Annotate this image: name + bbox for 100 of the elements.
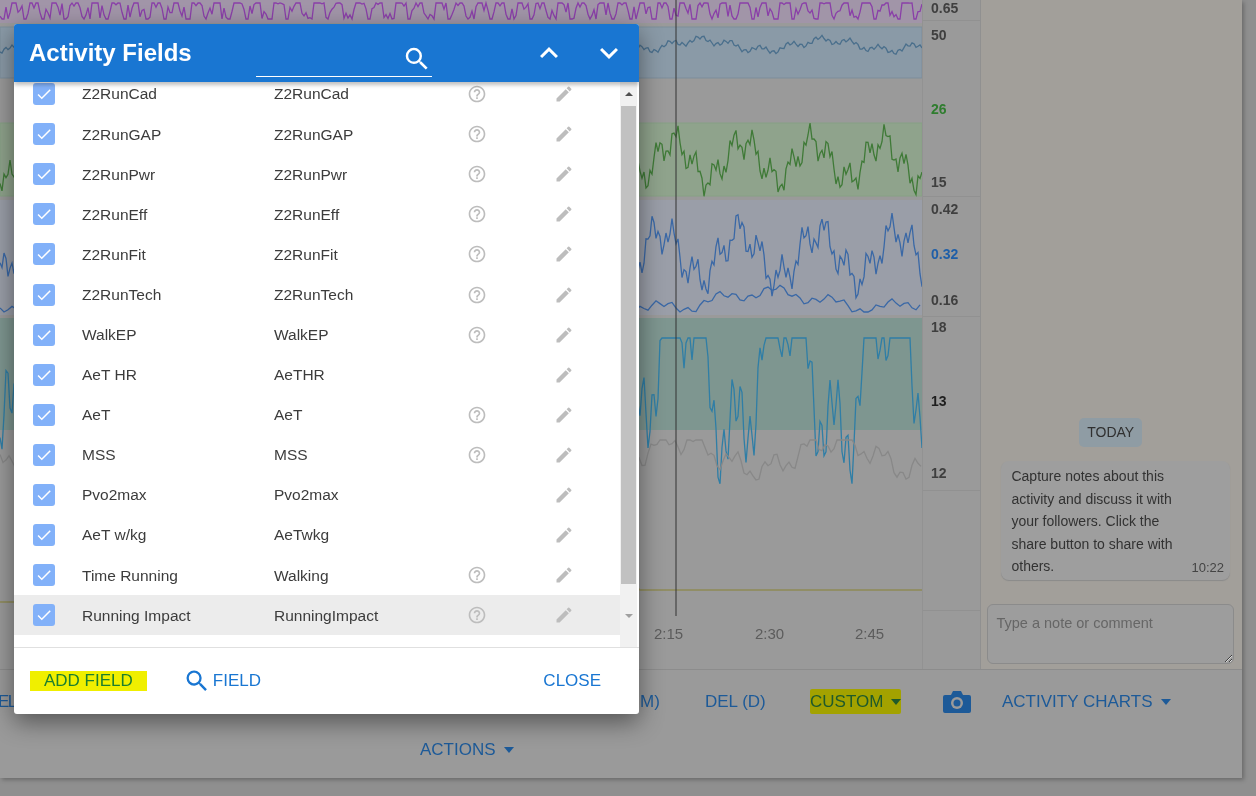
field-row[interactable]: Z2RunTech Z2RunTech	[14, 274, 620, 315]
axis-label: 26	[931, 101, 947, 117]
pencil-icon[interactable]	[554, 444, 574, 465]
pencil-icon[interactable]	[554, 324, 574, 345]
axis-label: 0.42	[931, 201, 959, 217]
help-icon[interactable]	[467, 444, 487, 465]
field-row[interactable]: Z2RunPwr Z2RunPwr	[14, 154, 620, 195]
help-icon[interactable]	[467, 84, 487, 105]
field-row[interactable]: Z2RunGAP Z2RunGAP	[14, 114, 620, 155]
pencil-icon[interactable]	[554, 525, 574, 546]
checkbox[interactable]	[33, 243, 55, 266]
pencil-icon[interactable]	[554, 244, 574, 265]
field-row[interactable]: Z2RunFit Z2RunFit	[14, 234, 620, 275]
checkbox[interactable]	[33, 443, 55, 466]
field-row[interactable]: Z2RunEff Z2RunEff	[14, 194, 620, 235]
help-icon[interactable]	[467, 565, 487, 586]
field-name: MSS	[82, 445, 117, 466]
field-row[interactable]: WalkEP WalkEP	[14, 314, 620, 355]
scroll-down-icon[interactable]	[623, 612, 634, 620]
field-name: Z2RunCad	[82, 84, 158, 105]
date-badge: TODAY	[1079, 418, 1143, 447]
field-name: Z2RunTech	[82, 284, 163, 305]
time-label: 2:45	[855, 624, 886, 644]
axis-label: 18	[931, 319, 947, 335]
chevron-up-icon	[540, 47, 558, 59]
field-key: Walking	[274, 563, 467, 587]
field-row[interactable]: MSS MSS	[14, 434, 620, 475]
scrollbar[interactable]	[620, 82, 637, 647]
field-row[interactable]: Running Impact RunningImpact	[14, 595, 620, 636]
checkbox[interactable]	[33, 524, 55, 547]
search-field-button[interactable]: FIELD	[168, 663, 275, 699]
help-icon[interactable]	[467, 404, 487, 425]
time-label: 2:15	[654, 624, 685, 644]
checkbox[interactable]	[33, 604, 55, 627]
pencil-icon[interactable]	[554, 404, 574, 425]
field-key: MSS	[274, 443, 467, 467]
field-row[interactable]: AeT AeT	[14, 394, 620, 435]
field-key: RunningImpact	[274, 603, 467, 627]
help-icon[interactable]	[467, 605, 487, 626]
camera-icon[interactable]	[943, 689, 971, 714]
pencil-icon[interactable]	[554, 164, 574, 185]
checkbox[interactable]	[33, 564, 55, 587]
field-name: WalkEP	[82, 325, 138, 345]
checkbox[interactable]	[33, 83, 55, 106]
pencil-icon[interactable]	[554, 364, 574, 385]
pencil-icon[interactable]	[554, 565, 574, 586]
field-name: Z2RunPwr	[82, 164, 157, 185]
field-name: AeT w/kg	[82, 525, 148, 546]
field-row[interactable]: Pvo2max Pvo2max	[14, 474, 620, 516]
field-key: Z2RunFit	[274, 242, 467, 267]
help-icon[interactable]	[467, 124, 487, 145]
axis-label: 0.32	[931, 246, 959, 262]
field-key: Z2RunCad	[274, 82, 467, 106]
field-name: AeT HR	[82, 365, 138, 386]
pencil-icon[interactable]	[554, 605, 574, 626]
field-key: AeT	[274, 403, 467, 427]
time-label: 2:30	[755, 624, 786, 644]
help-icon[interactable]	[467, 164, 487, 185]
field-name: Time Running	[82, 565, 179, 586]
field-name: Z2RunGAP	[82, 124, 163, 145]
axis-label: 12	[931, 465, 947, 481]
field-key: Pvo2max	[274, 483, 467, 507]
help-icon[interactable]	[467, 204, 487, 225]
field-name: Z2RunFit	[82, 244, 147, 265]
axis-label: 50	[931, 27, 947, 43]
close-button[interactable]: CLOSE	[529, 664, 615, 698]
checkbox[interactable]	[33, 363, 55, 386]
field-key: Z2RunGAP	[274, 122, 467, 146]
message-text: Capture notes about this activity and discuss it with your followers. Click the share button to share with others.	[1011, 467, 1174, 576]
dialog-title: Activity Fields	[29, 38, 192, 68]
axis-label: 0.65	[931, 0, 959, 16]
pencil-icon[interactable]	[554, 84, 574, 105]
checkbox[interactable]	[33, 163, 55, 186]
field-name: Running Impact	[82, 605, 192, 626]
checkbox[interactable]	[33, 484, 55, 506]
pencil-icon[interactable]	[554, 204, 574, 225]
scroll-up-icon[interactable]	[623, 90, 634, 98]
field-row[interactable]: AeT w/kg AeTwkg	[14, 515, 620, 556]
checkbox[interactable]	[33, 203, 55, 226]
field-name: AeT	[82, 405, 112, 426]
axis-label: 0.16	[931, 292, 959, 308]
field-row[interactable]: AeT HR AeTHR	[14, 354, 620, 395]
pencil-icon[interactable]	[554, 124, 574, 145]
help-icon[interactable]	[467, 284, 487, 305]
field-key: AeTwkg	[274, 523, 467, 547]
pencil-icon[interactable]	[554, 485, 574, 505]
help-icon[interactable]	[467, 244, 487, 265]
message-time: 10:22	[1191, 560, 1224, 577]
field-key: AeTHR	[274, 363, 467, 387]
pencil-icon[interactable]	[554, 284, 574, 305]
field-key: Z2RunPwr	[274, 162, 467, 186]
field-key: WalkEP	[274, 323, 467, 347]
checkbox[interactable]	[33, 323, 55, 346]
checkbox[interactable]	[33, 283, 55, 306]
field-row[interactable]: Z2RunCad Z2RunCad	[14, 82, 620, 115]
help-icon[interactable]	[467, 324, 487, 345]
checkbox[interactable]	[33, 403, 55, 426]
checkbox[interactable]	[33, 123, 55, 146]
field-key: Z2RunTech	[274, 282, 467, 307]
field-row[interactable]: Time Running Walking	[14, 555, 620, 596]
